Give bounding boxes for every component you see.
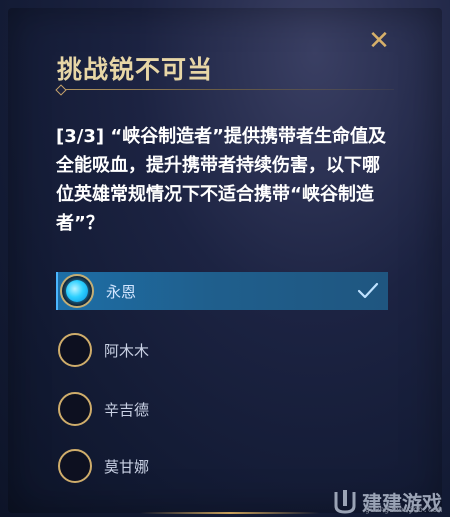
radio-button[interactable] bbox=[58, 333, 92, 367]
close-icon[interactable]: ✕ bbox=[366, 28, 392, 54]
watermark-logo-icon bbox=[334, 490, 356, 514]
option-label: 阿木木 bbox=[104, 341, 150, 360]
check-icon bbox=[357, 282, 379, 299]
title-divider bbox=[57, 89, 394, 90]
watermark-url: guangzhoujob.com bbox=[365, 505, 443, 514]
option-4[interactable]: 莫甘娜 bbox=[56, 447, 386, 485]
radio-button[interactable] bbox=[58, 449, 92, 483]
radio-selected-dot bbox=[66, 280, 88, 302]
option-1[interactable]: 永恩 bbox=[56, 272, 388, 310]
option-label: 永恩 bbox=[106, 282, 137, 301]
option-label: 莫甘娜 bbox=[104, 457, 150, 476]
radio-button[interactable] bbox=[58, 392, 92, 426]
option-2[interactable]: 阿木木 bbox=[56, 331, 386, 369]
bottom-ornament bbox=[140, 512, 320, 514]
option-label: 辛吉德 bbox=[104, 400, 150, 419]
question-text: [3/3] “峡谷制造者”提供携带者生命值及全能吸血，提升携带者持续伤害，以下哪… bbox=[56, 126, 387, 234]
radio-button[interactable] bbox=[60, 274, 94, 308]
dialog-title: 挑战锐不可当 bbox=[57, 55, 214, 84]
option-3[interactable]: 辛吉德 bbox=[56, 390, 386, 428]
